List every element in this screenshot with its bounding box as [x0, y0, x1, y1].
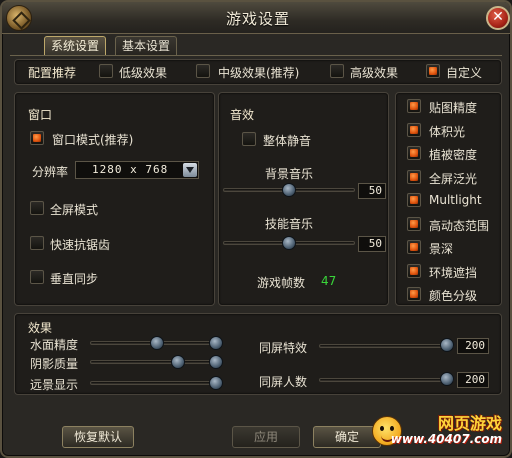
graphics-option-label[interactable]: 环境遮挡: [429, 264, 477, 281]
preset-low-label[interactable]: 低级效果: [119, 64, 167, 81]
water-quality-label: 水面精度: [30, 338, 79, 352]
mute-all-label[interactable]: 整体静音: [263, 132, 311, 149]
vsync-checkbox[interactable]: [30, 270, 44, 284]
water-quality-slider-thumb[interactable]: [150, 336, 164, 350]
apply-button[interactable]: 应用: [232, 426, 300, 448]
close-icon: ✕: [492, 9, 504, 25]
preset-custom-label[interactable]: 自定义: [446, 64, 482, 81]
water-quality-slider-end-thumb[interactable]: [209, 336, 223, 350]
mute-all-checkbox[interactable]: [242, 132, 256, 146]
same-screen-players-label: 同屏人数: [259, 375, 308, 389]
skill-sound-slider-thumb[interactable]: [282, 236, 296, 250]
graphics-option-checkbox[interactable]: [407, 193, 421, 207]
antialias-label[interactable]: 快速抗锯齿: [50, 236, 110, 253]
shadow-quality-slider-end-thumb[interactable]: [209, 355, 223, 369]
shadow-quality-slider-thumb[interactable]: [171, 355, 185, 369]
graphics-option-checkbox[interactable]: [407, 264, 421, 278]
tab-basic-settings[interactable]: 基本设置: [115, 36, 178, 56]
antialias-checkbox[interactable]: [30, 236, 44, 250]
fps-value: 47: [321, 274, 337, 288]
graphics-option-label[interactable]: 景深: [429, 240, 453, 257]
same-screen-players-value[interactable]: 200: [457, 372, 489, 388]
site-watermark: 网页游戏 www.40407.com: [368, 410, 508, 454]
bgm-value[interactable]: 50: [358, 183, 386, 199]
graphics-option-label[interactable]: 植被密度: [429, 146, 477, 163]
preset-label: 配置推荐: [28, 66, 77, 80]
effects-section-title: 效果: [28, 321, 53, 335]
settings-window: 游戏设置 ✕ 系统设置 基本设置 配置推荐 低级效果 中级效果(推荐) 高级效果…: [0, 0, 512, 458]
window-panel: [14, 92, 215, 306]
fullscreen-checkbox[interactable]: [30, 201, 44, 215]
preset-medium-label[interactable]: 中级效果(推荐): [218, 64, 299, 81]
resolution-label: 分辨率: [32, 165, 69, 179]
graphics-option-checkbox[interactable]: [407, 99, 421, 113]
graphics-option-checkbox[interactable]: [407, 287, 421, 301]
watermark-title: 网页游戏: [437, 414, 502, 433]
shadow-quality-label: 阴影质量: [30, 357, 79, 371]
preset-high-checkbox[interactable]: [330, 64, 344, 78]
tab-divider: [10, 55, 502, 56]
resolution-value: 1280 x 768: [92, 163, 169, 176]
graphics-option-label[interactable]: 颜色分级: [429, 287, 477, 304]
graphics-option-checkbox[interactable]: [407, 240, 421, 254]
skill-sound-value[interactable]: 50: [358, 236, 386, 252]
restore-default-button[interactable]: 恢复默认: [62, 426, 134, 448]
graphics-option-checkbox[interactable]: [407, 123, 421, 137]
window-section-title: 窗口: [28, 108, 53, 122]
preset-custom-checkbox[interactable]: [426, 64, 440, 78]
bgm-label: 背景音乐: [265, 167, 314, 181]
same-screen-effects-slider-track[interactable]: [319, 344, 454, 348]
title-bar[interactable]: 游戏设置 ✕: [2, 2, 510, 34]
preset-low-checkbox[interactable]: [99, 64, 113, 78]
graphics-option-label[interactable]: 全屏泛光: [429, 170, 477, 187]
skill-sound-label: 技能音乐: [265, 217, 314, 231]
fps-label: 游戏帧数: [257, 276, 306, 290]
window-mode-label[interactable]: 窗口模式(推荐): [52, 131, 133, 148]
distance-view-label: 远景显示: [30, 378, 79, 392]
graphics-option-label[interactable]: 体积光: [429, 123, 465, 140]
sound-section-title: 音效: [230, 108, 255, 122]
same-screen-players-slider-track[interactable]: [319, 378, 454, 382]
same-screen-effects-value[interactable]: 200: [457, 338, 489, 354]
shadow-quality-slider-track[interactable]: [90, 360, 222, 364]
chevron-down-icon[interactable]: [183, 163, 197, 177]
window-title: 游戏设置: [225, 10, 290, 28]
graphics-option-checkbox[interactable]: [407, 217, 421, 231]
fullscreen-label[interactable]: 全屏模式: [50, 201, 98, 218]
resolution-select[interactable]: 1280 x 768: [75, 161, 199, 179]
preset-high-label[interactable]: 高级效果: [350, 64, 398, 81]
watermark-url: www.40407.com: [390, 432, 502, 446]
tab-system-settings[interactable]: 系统设置: [44, 36, 107, 56]
bgm-slider-thumb[interactable]: [282, 183, 296, 197]
distance-view-slider-thumb[interactable]: [209, 376, 223, 390]
graphics-option-label[interactable]: 高动态范围: [429, 217, 489, 234]
effects-panel: [14, 313, 502, 395]
graphics-option-label[interactable]: Multlight: [429, 193, 482, 207]
same-screen-effects-label: 同屏特效: [259, 341, 308, 355]
preset-medium-checkbox[interactable]: [196, 64, 210, 78]
window-mode-checkbox[interactable]: [30, 131, 44, 145]
distance-view-slider-track[interactable]: [90, 381, 222, 385]
graphics-option-label[interactable]: 贴图精度: [429, 99, 477, 116]
same-screen-effects-slider-thumb[interactable]: [440, 338, 454, 352]
graphics-option-checkbox[interactable]: [407, 146, 421, 160]
graphics-option-checkbox[interactable]: [407, 170, 421, 184]
close-button[interactable]: ✕: [486, 6, 510, 30]
same-screen-players-slider-thumb[interactable]: [440, 372, 454, 386]
vsync-label[interactable]: 垂直同步: [50, 270, 98, 287]
